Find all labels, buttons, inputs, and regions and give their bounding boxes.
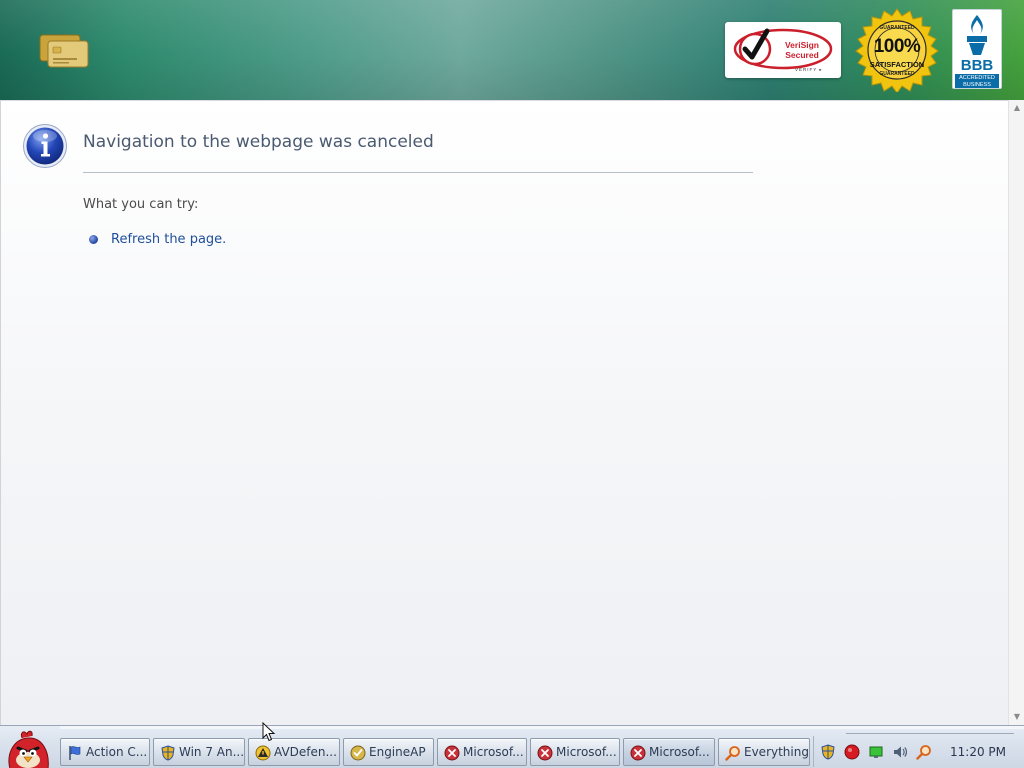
info-icon — [23, 124, 67, 168]
scroll-up-arrow-icon[interactable]: ▲ — [1009, 100, 1024, 116]
shield-icon[interactable] — [820, 744, 836, 760]
volume-icon[interactable] — [892, 744, 908, 760]
taskbar-label: Everything — [744, 745, 809, 759]
vertical-scrollbar[interactable]: ▲ ▼ — [1008, 100, 1024, 725]
scroll-down-arrow-icon[interactable]: ▼ — [1009, 709, 1024, 725]
start-button-angry-bird-icon[interactable] — [4, 729, 50, 768]
search-icon — [725, 746, 740, 761]
page-title: Navigation to the webpage was canceled — [83, 132, 434, 152]
taskbar-button-engineap[interactable]: EngineAP — [343, 738, 434, 766]
verisign-line1: VeriSign — [784, 40, 819, 50]
taskbar-label: Win 7 An... — [179, 745, 245, 759]
notification-tray: 11:20 PM — [813, 736, 1024, 767]
bbb-footer: ACCREDITED BUSINESS — [955, 74, 999, 88]
satisfaction-percent: 100% — [873, 36, 921, 57]
what-you-can-try-label: What you can try: — [83, 197, 199, 212]
verisign-secured-badge[interactable]: VeriSign Secured VERIFY ▸ — [725, 22, 841, 78]
gold-shield-icon — [350, 745, 366, 761]
warning-shield-icon — [255, 745, 271, 761]
network-icon[interactable] — [868, 744, 884, 760]
taskbar-highlight — [60, 726, 1024, 729]
verisign-verify-label: VERIFY ▸ — [795, 67, 823, 72]
title-divider — [83, 172, 753, 173]
error-icon — [537, 745, 553, 761]
system-clock[interactable]: 11:20 PM — [950, 745, 1006, 759]
taskbar-button-microsoft-3[interactable]: Microsof... — [623, 738, 715, 766]
satisfaction-guaranteed-badge: GUARANTEED 100% SATISFACTION GUARANTEED — [855, 8, 939, 92]
red-alert-icon[interactable] — [844, 744, 860, 760]
credit-card-icon — [39, 34, 89, 68]
taskbar-label: Microsof... — [649, 745, 710, 759]
satisfaction-bottom-text: GUARANTEED — [879, 71, 915, 77]
taskbar-button-avdefender[interactable]: AVDefen... — [248, 738, 340, 766]
bbb-line1: ACCREDITED — [959, 75, 995, 81]
bbb-torch-icon — [967, 15, 987, 55]
taskbar-button-microsoft-2[interactable]: Microsof... — [530, 738, 620, 766]
bbb-line2: BUSINESS — [963, 81, 991, 88]
flag-icon — [69, 746, 81, 760]
error-icon — [630, 745, 646, 761]
taskbar-label: Microsof... — [463, 745, 524, 759]
bbb-logo-text: BBB — [960, 57, 994, 74]
taskbar-button-win7-antispyware[interactable]: Win 7 An... — [153, 738, 245, 766]
taskbar-label: EngineAP — [369, 745, 426, 759]
verisign-line2: Secured — [785, 50, 819, 60]
bbb-accredited-badge[interactable]: BBB ACCREDITED BUSINESS — [952, 9, 1002, 89]
shield-icon — [161, 745, 175, 761]
taskbar-button-action-center[interactable]: Action C... — [60, 738, 150, 766]
taskbar-button-everything[interactable]: Everything — [718, 738, 810, 766]
taskbar-label: Microsof... — [556, 745, 617, 759]
mouse-cursor-icon — [262, 722, 276, 742]
refresh-page-link[interactable]: Refresh the page. — [111, 232, 226, 247]
taskbar-button-microsoft-1[interactable]: Microsof... — [437, 738, 527, 766]
tray-divider — [846, 733, 1014, 734]
error-page-content: Navigation to the webpage was canceled W… — [0, 100, 1008, 725]
verisign-label: VeriSign Secured — [774, 40, 830, 60]
taskbar: Action C... Win 7 An... AVDefen... Engin… — [0, 725, 1024, 768]
search-icon[interactable] — [916, 744, 932, 760]
error-icon — [444, 745, 460, 761]
taskbar-label: AVDefen... — [274, 745, 337, 759]
satisfaction-word: SATISFACTION — [869, 60, 925, 69]
satisfaction-top-text: GUARANTEED — [879, 25, 915, 31]
header-banner: VeriSign Secured VERIFY ▸ GUARANTEED 100… — [0, 0, 1024, 100]
taskbar-label: Action C... — [86, 745, 148, 759]
bullet-icon — [89, 235, 98, 244]
